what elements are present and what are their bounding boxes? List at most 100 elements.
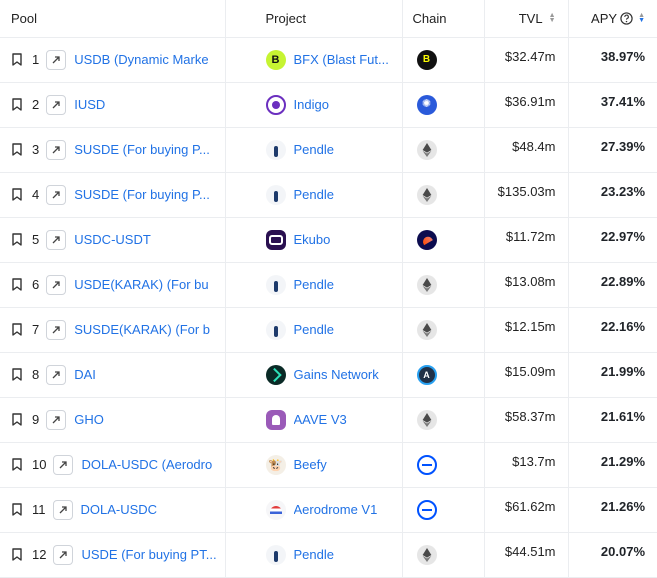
bookmark-icon[interactable] — [12, 53, 22, 66]
project-link[interactable]: Pendle — [294, 322, 334, 337]
apy-value: 20.07% — [568, 532, 657, 578]
question-circle-icon[interactable] — [620, 12, 633, 25]
external-link-icon[interactable] — [46, 409, 67, 430]
pool-link[interactable]: SUSDE (For buying P... — [74, 142, 210, 157]
table-row[interactable]: 1 USDB (Dynamic Marke B BFX (Blast Fut..… — [0, 37, 657, 83]
ethereum-chain-icon[interactable] — [416, 544, 437, 565]
pool-link[interactable]: GHO — [74, 412, 104, 427]
apy-value: 22.97% — [568, 217, 657, 263]
project-link[interactable]: Beefy — [294, 457, 327, 472]
table-row[interactable]: 10 DOLA-USDC (Aerodro 🐮 Beefy $13.7m 21.… — [0, 442, 657, 488]
ethereum-chain-icon[interactable] — [416, 319, 437, 340]
bookmark-icon[interactable] — [12, 188, 22, 201]
external-link-icon[interactable] — [46, 229, 67, 250]
pool-link[interactable]: IUSD — [74, 97, 105, 112]
ethereum-chain-icon[interactable] — [416, 139, 437, 160]
apy-value: 38.97% — [568, 37, 657, 83]
pool-link[interactable]: DAI — [74, 367, 96, 382]
ethereum-chain-icon[interactable] — [416, 184, 437, 205]
pool-link[interactable]: SUSDE(KARAK) (For b — [74, 322, 210, 337]
chain-cell: ✺ — [402, 82, 485, 128]
pool-link[interactable]: USDC-USDT — [74, 232, 151, 247]
external-link-icon[interactable] — [46, 184, 67, 205]
tvl-column-header[interactable]: TVL ▲ ▼ — [484, 0, 569, 38]
pool-link[interactable]: USDE (For buying PT... — [81, 547, 216, 562]
external-link-icon[interactable] — [46, 94, 67, 115]
bookmark-icon[interactable] — [12, 548, 22, 561]
ethereum-chain-icon[interactable] — [416, 409, 437, 430]
base-chain-icon[interactable] — [416, 454, 437, 475]
ethereum-chain-icon[interactable] — [416, 274, 437, 295]
project-column-header[interactable]: Project — [225, 0, 403, 38]
bookmark-icon[interactable] — [12, 458, 22, 471]
bookmark-icon[interactable] — [12, 413, 22, 426]
chain-cell — [402, 532, 485, 578]
bookmark-icon[interactable] — [12, 98, 22, 111]
table-row[interactable]: 7 SUSDE(KARAK) (For b Pendle $12.15m 22.… — [0, 307, 657, 353]
table-row[interactable]: 4 SUSDE (For buying P... Pendle $135.03m… — [0, 172, 657, 218]
sort-icon[interactable]: ▲ ▼ — [549, 12, 556, 24]
starknet-chain-icon[interactable] — [416, 229, 437, 250]
arbitrum-chain-icon[interactable]: A — [416, 364, 437, 385]
project-link[interactable]: AAVE V3 — [294, 412, 347, 427]
pool-link[interactable]: USDB (Dynamic Marke — [74, 52, 208, 67]
external-link-icon[interactable] — [46, 364, 67, 385]
bookmark-icon[interactable] — [12, 233, 22, 246]
tvl-value: $11.72m — [484, 217, 569, 263]
table-row[interactable]: 9 GHO AAVE V3 $58.37m 21.61% — [0, 397, 657, 443]
cardano-chain-icon[interactable]: ✺ — [416, 94, 437, 115]
sort-icon[interactable]: ▲ ▼ — [638, 12, 645, 24]
project-link[interactable]: Ekubo — [294, 232, 331, 247]
table-row[interactable]: 6 USDE(KARAK) (For bu Pendle $13.08m 22.… — [0, 262, 657, 308]
table-row[interactable]: 12 USDE (For buying PT... Pendle $44.51m… — [0, 532, 657, 578]
table-row[interactable]: 3 SUSDE (For buying P... Pendle $48.4m 2… — [0, 127, 657, 173]
apy-column-header[interactable]: APY ▲ ▼ — [568, 0, 657, 38]
bookmark-icon[interactable] — [12, 503, 22, 516]
bookmark-icon[interactable] — [12, 278, 22, 291]
project-link[interactable]: Pendle — [294, 547, 334, 562]
chain-cell — [402, 487, 485, 533]
project-cell: Gains Network — [225, 352, 403, 398]
table-row[interactable]: 8 DAI Gains Network A $15.09m 21.99% — [0, 352, 657, 398]
external-link-icon[interactable] — [46, 274, 67, 295]
tvl-value: $61.62m — [484, 487, 569, 533]
project-link[interactable]: Pendle — [294, 142, 334, 157]
table-row[interactable]: 5 USDC-USDT Ekubo $11.72m 22.97% — [0, 217, 657, 263]
bookmark-icon[interactable] — [12, 323, 22, 336]
tvl-value: $36.91m — [484, 82, 569, 128]
project-link[interactable]: Pendle — [294, 277, 334, 292]
project-link[interactable]: BFX (Blast Fut... — [294, 52, 389, 67]
chain-cell: B — [402, 37, 485, 83]
bookmark-icon[interactable] — [12, 143, 22, 156]
tvl-value: $15.09m — [484, 352, 569, 398]
base-chain-icon[interactable] — [416, 499, 437, 520]
external-link-icon[interactable] — [46, 319, 67, 340]
table-row[interactable]: 2 IUSD Indigo ✺ $36.91m 37.41% — [0, 82, 657, 128]
apy-value: 21.61% — [568, 397, 657, 443]
pool-link[interactable]: USDE(KARAK) (For bu — [74, 277, 208, 292]
project-link[interactable]: Gains Network — [294, 367, 379, 382]
blast-chain-icon[interactable]: B — [416, 49, 437, 70]
chain-column-header[interactable]: Chain — [402, 0, 485, 38]
project-cell: Aerodrome V1 — [225, 487, 403, 533]
project-link[interactable]: Pendle — [294, 187, 334, 202]
pool-link[interactable]: DOLA-USDC (Aerodro — [81, 457, 212, 472]
external-link-icon[interactable] — [46, 49, 67, 70]
bookmark-icon[interactable] — [12, 368, 22, 381]
external-link-icon[interactable] — [46, 139, 67, 160]
pool-link[interactable]: DOLA-USDC — [81, 502, 158, 517]
external-link-icon[interactable] — [53, 454, 74, 475]
external-link-icon[interactable] — [53, 544, 74, 565]
table-row[interactable]: 11 DOLA-USDC Aerodrome V1 $61.62m 21.26% — [0, 487, 657, 533]
chain-cell — [402, 217, 485, 263]
chain-cell: A — [402, 352, 485, 398]
project-link[interactable]: Indigo — [294, 97, 329, 112]
pendle-logo-icon — [265, 274, 294, 295]
rank-number: 7 — [32, 322, 40, 337]
pool-link[interactable]: SUSDE (For buying P... — [74, 187, 210, 202]
aave-logo-icon — [265, 409, 294, 430]
pool-column-header[interactable]: Pool — [0, 0, 226, 38]
pendle-logo-icon — [265, 319, 294, 340]
external-link-icon[interactable] — [52, 499, 73, 520]
project-link[interactable]: Aerodrome V1 — [294, 502, 378, 517]
